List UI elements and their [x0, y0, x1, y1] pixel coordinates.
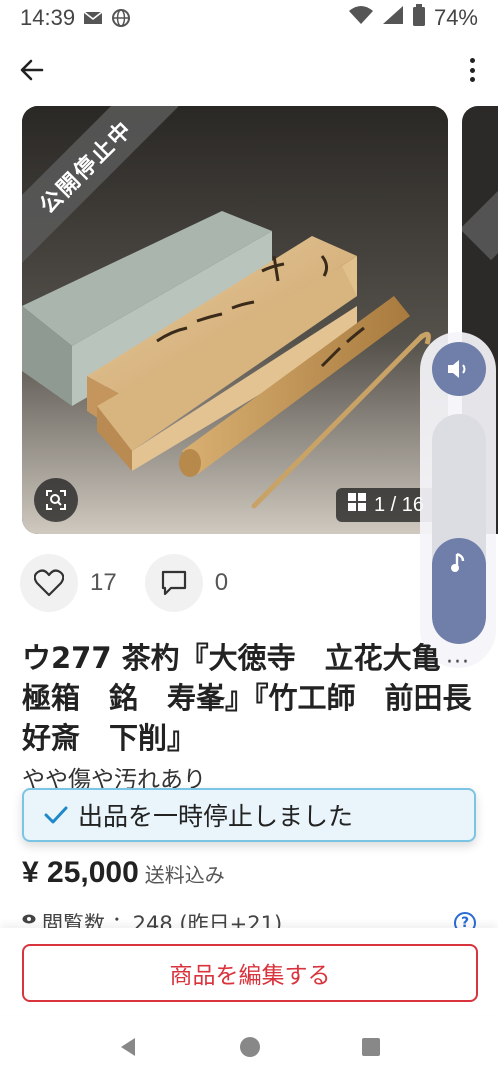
music-note-icon: [432, 552, 486, 574]
item-price: ¥ 25,000: [22, 856, 139, 889]
item-title: ウ277 茶杓『大徳寺 立花大亀 極箱 銘 寿峯』『竹工師 前田長好斎 下削』: [22, 641, 472, 755]
wifi-icon: [348, 5, 374, 31]
nav-back-icon[interactable]: [117, 1036, 139, 1062]
volume-panel: ···: [420, 332, 496, 675]
signal-icon: [382, 5, 404, 31]
product-image-carousel[interactable]: 公開停止中 1 / 16: [22, 106, 448, 534]
status-bar: 14:39 74%: [0, 0, 498, 36]
checkmark-icon: [44, 805, 68, 825]
system-nav-bar: [0, 1018, 498, 1080]
toast-message: 出品を一時停止しました: [78, 802, 354, 831]
speaker-icon[interactable]: [432, 342, 486, 396]
edit-item-button[interactable]: 商品を編集する: [22, 944, 478, 1002]
mail-icon: [83, 10, 103, 26]
unpublished-ribbon-next: 公: [462, 115, 498, 261]
globe-icon: [111, 8, 131, 28]
reactions-row: 17 0: [20, 554, 256, 612]
nav-recents-icon[interactable]: [361, 1037, 381, 1061]
app-bar: [0, 48, 498, 92]
price-row: ¥ 25,000 送料込み: [22, 856, 225, 890]
comment-icon: [161, 570, 186, 596]
back-arrow-icon[interactable]: [18, 56, 46, 84]
status-time: 14:39: [20, 5, 76, 30]
more-options-icon[interactable]: [468, 58, 476, 82]
toast-notification: 出品を一時停止しました: [22, 788, 476, 842]
comment-count: 0: [214, 569, 229, 596]
battery-percent: 74%: [433, 5, 478, 30]
grid-icon: [347, 493, 366, 517]
volume-slider[interactable]: [432, 414, 486, 644]
comment-button[interactable]: [144, 554, 203, 612]
battery-icon: [412, 4, 426, 32]
image-counter-text: 1 / 16: [373, 493, 424, 516]
like-count: 17: [90, 569, 117, 596]
nav-home-icon[interactable]: [239, 1036, 261, 1062]
eye-icon: [22, 914, 36, 924]
heart-icon: [34, 569, 64, 597]
like-button[interactable]: [20, 554, 78, 612]
shipping-label: 送料込み: [144, 863, 225, 887]
zoom-icon[interactable]: [34, 478, 78, 522]
